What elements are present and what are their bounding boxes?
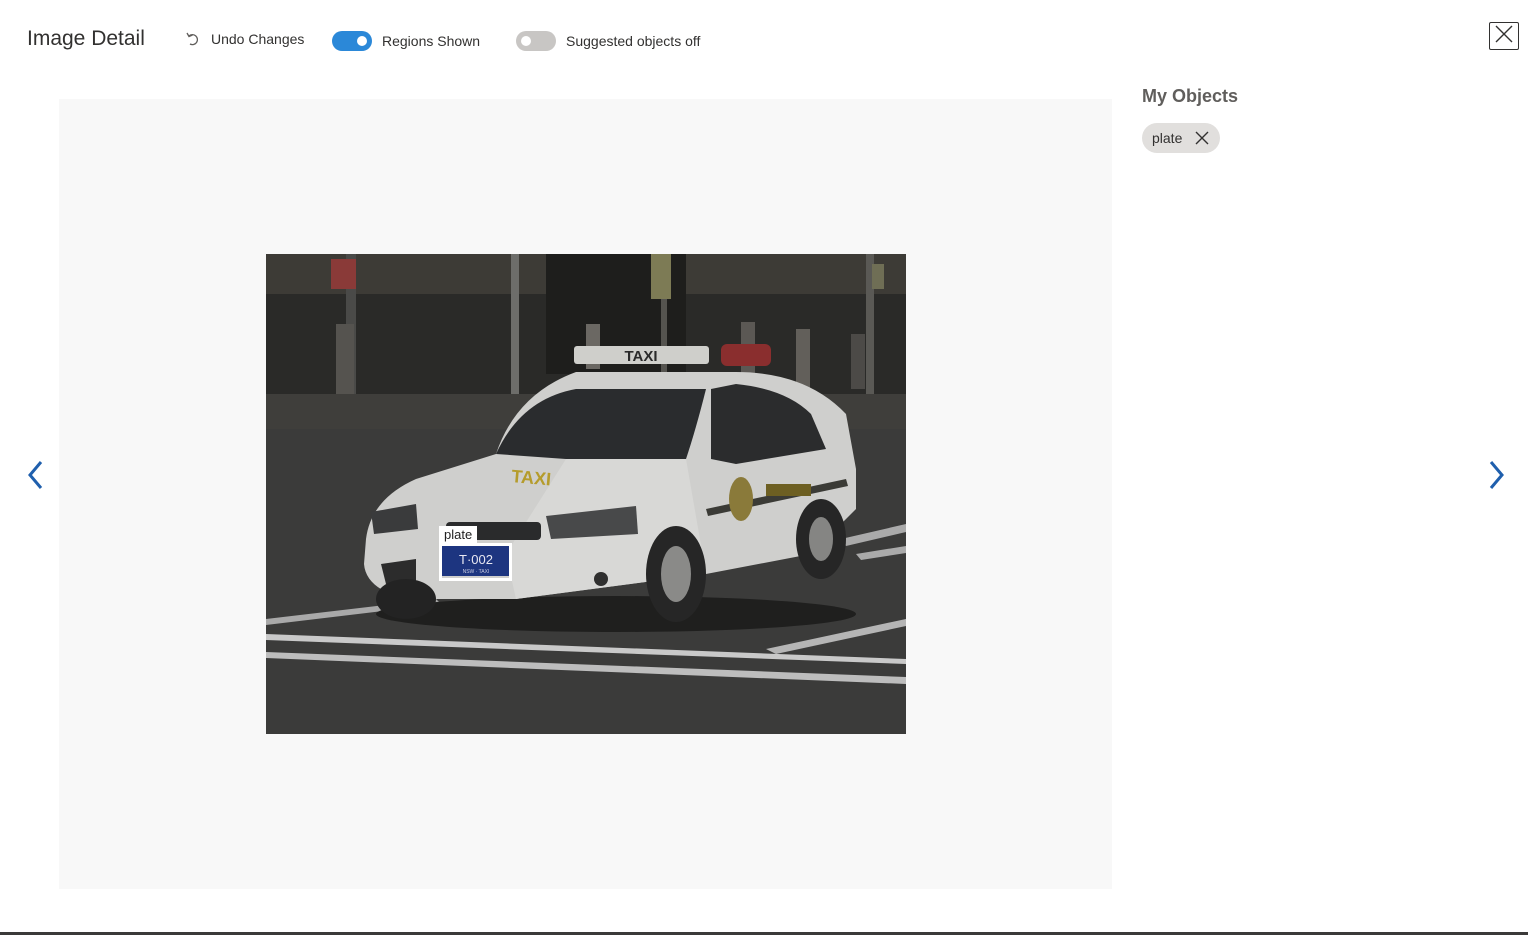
regions-toggle-label: Regions Shown [382, 33, 481, 49]
objects-panel: My Objects plate [1142, 86, 1512, 153]
object-tag-chip[interactable]: plate [1142, 123, 1221, 153]
object-tag-label: plate [1152, 130, 1183, 146]
close-button[interactable] [1489, 22, 1519, 50]
suggested-toggle-track[interactable] [516, 31, 556, 51]
region-tag-label[interactable]: plate [439, 526, 478, 543]
regions-shown-toggle[interactable]: Regions Shown [332, 31, 480, 51]
previous-image-button[interactable] [23, 460, 47, 494]
remove-tag-button[interactable] [1194, 130, 1210, 146]
undo-changes-button[interactable]: Undo Changes [184, 30, 304, 48]
region-bounding-box[interactable] [439, 543, 512, 581]
close-icon [1195, 131, 1209, 145]
undo-label: Undo Changes [211, 31, 305, 47]
close-icon [1495, 25, 1513, 48]
undo-icon [184, 30, 202, 48]
panel-title: My Objects [1142, 86, 1239, 106]
page-title: Image Detail [27, 27, 145, 50]
header-bar: Image Detail Undo Changes Regions Shown … [0, 0, 1528, 80]
suggested-toggle-label: Suggested objects off [566, 33, 701, 49]
chevron-right-icon [1489, 460, 1505, 495]
next-image-button[interactable] [1485, 460, 1509, 494]
suggested-objects-toggle[interactable]: Suggested objects off [516, 31, 700, 51]
roof-sign-text: TAXI [624, 348, 657, 365]
image-canvas: TAXI TAXI T·002 NSW · TAXI plate [59, 99, 1112, 889]
taxi-photo: TAXI TAXI T·002 NSW · TAXI plate [266, 254, 906, 734]
taxi-photo-illustration: TAXI TAXI T·002 NSW · TAXI [266, 254, 906, 734]
regions-toggle-knob [357, 36, 367, 46]
suggested-toggle-knob [521, 36, 531, 46]
regions-toggle-track[interactable] [332, 31, 372, 51]
chevron-left-icon [27, 460, 43, 495]
hood-taxi-text: TAXI [511, 466, 552, 489]
